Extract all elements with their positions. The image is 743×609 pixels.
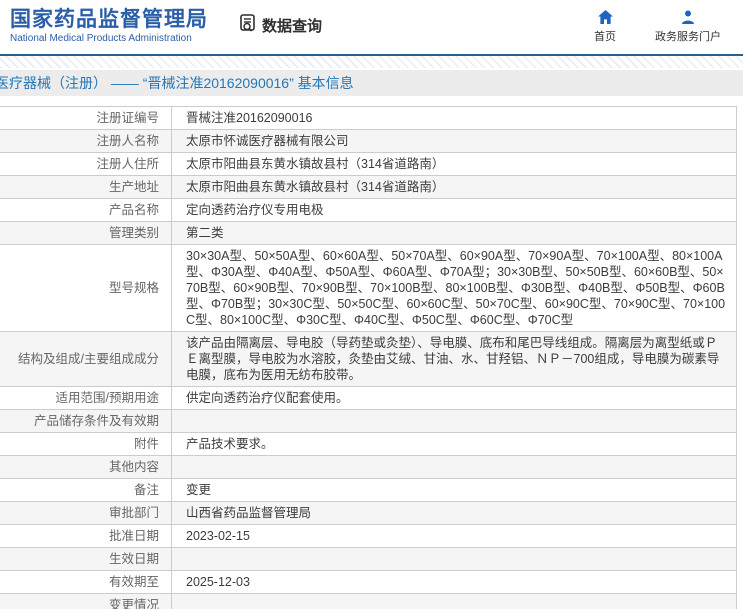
table-row: 产品名称 定向透药治疗仪专用电极 [0, 199, 736, 222]
row-value: 供定向透药治疗仪配套使用。 [186, 391, 349, 405]
data-query-label: 数据查询 [262, 17, 323, 35]
nav-item-portal[interactable]: 政务服务门户 [655, 10, 721, 44]
row-label: 产品储存条件及有效期 [0, 410, 172, 432]
row-label: 变更情况 [0, 594, 172, 609]
row-value: 定向透药治疗仪专用电极 [186, 203, 324, 217]
table-row: 生产地址 太原市阳曲县东黄水镇故县村（314省道路南） [0, 176, 736, 199]
row-label: 审批部门 [0, 502, 172, 524]
row-label: 注册人名称 [0, 130, 172, 152]
row-value [172, 594, 736, 609]
row-label: 结构及组成/主要组成成分 [0, 332, 172, 386]
nav-portal-label: 政务服务门户 [655, 31, 721, 43]
row-value: 太原市阳曲县东黄水镇故县村（314省道路南） [186, 157, 445, 171]
nmpa-logo[interactable]: 国家药品监督管理局 National Medical Products Admi… [10, 8, 208, 44]
row-label: 产品名称 [0, 199, 172, 221]
logo-title: 国家药品监督管理局 [10, 8, 208, 31]
header-nav: 首页 政务服务门户 [591, 10, 729, 44]
row-label: 有效期至 [0, 571, 172, 593]
table-row: 管理类别 第二类 [0, 222, 736, 245]
row-label: 适用范围/预期用途 [0, 387, 172, 409]
row-label: 注册人住所 [0, 153, 172, 175]
breadcrumb: 医疗器械（注册） —— “晋械注准20162090016” 基本信息 [0, 70, 743, 96]
row-value: 第二类 [186, 226, 224, 240]
table-row: 生效日期 [0, 548, 736, 571]
row-label: 其他内容 [0, 456, 172, 478]
spacer [0, 96, 743, 106]
table-row: 变更情况 [0, 594, 736, 609]
row-value: 该产品由隔离层、导电胶（导药垫或灸垫）、导电膜、底布和尾巴导线组成。隔离层为离型… [186, 336, 720, 382]
row-value: 晋械注准20162090016 [186, 111, 313, 125]
row-value: 太原市阳曲县东黄水镇故县村（314省道路南） [186, 180, 445, 194]
table-row: 批准日期 2023-02-15 [0, 525, 736, 548]
document-search-icon [238, 13, 258, 37]
row-value: 产品技术要求。 [186, 437, 274, 451]
table-row: 注册人名称 太原市怀诚医疗器械有限公司 [0, 130, 736, 153]
row-label: 管理类别 [0, 222, 172, 244]
decorative-stripe-band [0, 56, 743, 70]
page-title: 医疗器械（注册） —— “晋械注准20162090016” 基本信息 [0, 75, 354, 91]
home-icon [597, 10, 613, 24]
info-table: 注册证编号 晋械注准20162090016 注册人名称 太原市怀诚医疗器械有限公司 注册… [0, 106, 737, 609]
row-value [172, 548, 736, 570]
row-value [172, 410, 736, 432]
row-value: 30×30A型、50×50A型、60×60A型、50×70A型、60×90A型、… [186, 249, 726, 327]
row-label: 附件 [0, 433, 172, 455]
table-row: 备注 变更 [0, 479, 736, 502]
data-query-tab[interactable]: 数据查询 [238, 13, 322, 37]
row-value: 太原市怀诚医疗器械有限公司 [186, 134, 349, 148]
table-row: 附件 产品技术要求。 [0, 433, 736, 456]
row-label: 批准日期 [0, 525, 172, 547]
nav-home-label: 首页 [594, 31, 616, 43]
row-label: 生效日期 [0, 548, 172, 570]
table-row: 其他内容 [0, 456, 736, 479]
table-row: 注册证编号 晋械注准20162090016 [0, 106, 736, 130]
row-label: 型号规格 [0, 245, 172, 331]
table-row: 适用范围/预期用途 供定向透药治疗仪配套使用。 [0, 387, 736, 410]
row-label: 生产地址 [0, 176, 172, 198]
table-row: 型号规格 30×30A型、50×50A型、60×60A型、50×70A型、60×9… [0, 245, 736, 332]
user-icon [681, 10, 695, 24]
table-row: 注册人住所 太原市阳曲县东黄水镇故县村（314省道路南） [0, 153, 736, 176]
table-row: 审批部门 山西省药品监督管理局 [0, 502, 736, 525]
row-value [172, 456, 736, 478]
row-value: 2025-12-03 [186, 575, 250, 589]
logo-subtitle: National Medical Products Administration [10, 33, 192, 44]
table-row: 产品储存条件及有效期 [0, 410, 736, 433]
row-label: 备注 [0, 479, 172, 501]
site-header: 国家药品监督管理局 National Medical Products Admi… [0, 0, 743, 56]
row-value: 变更 [186, 483, 212, 497]
table-row: 有效期至 2025-12-03 [0, 571, 736, 594]
row-value: 2023-02-15 [186, 529, 250, 543]
row-label: 注册证编号 [0, 107, 172, 129]
row-value: 山西省药品监督管理局 [186, 506, 312, 520]
nav-item-home[interactable]: 首页 [591, 10, 619, 44]
table-row: 结构及组成/主要组成成分 该产品由隔离层、导电胶（导药垫或灸垫）、导电膜、底布和尾… [0, 332, 736, 387]
